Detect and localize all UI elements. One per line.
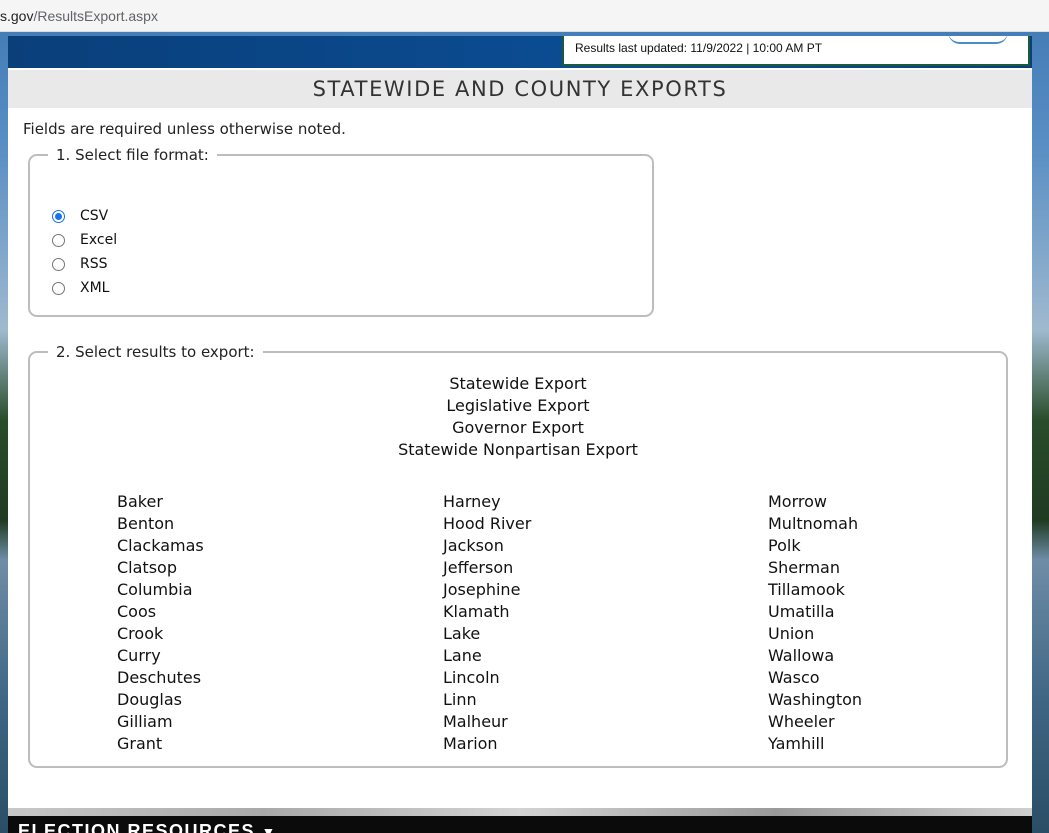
chevron-down-icon: ▼ (261, 824, 277, 833)
format-label-rss: RSS (80, 256, 108, 272)
county-link-hood-river[interactable]: Hood River (443, 513, 531, 535)
state-seal-icon (948, 32, 1008, 44)
format-label-excel: Excel (80, 232, 118, 248)
radio-rss[interactable] (52, 257, 65, 271)
statewide-nonpartisan-export-link[interactable]: Statewide Nonpartisan Export (30, 439, 1006, 461)
county-link-klamath[interactable]: Klamath (443, 601, 531, 623)
county-link-polk[interactable]: Polk (768, 535, 862, 557)
file-format-fieldset: 1. Select file format: CSV Excel RSS XML (28, 146, 654, 317)
format-label-csv: CSV (80, 208, 109, 224)
county-link-washington[interactable]: Washington (768, 689, 862, 711)
county-link-benton[interactable]: Benton (117, 513, 204, 535)
last-updated-text: Results last updated: 11/9/2022 | 10:00 … (575, 41, 823, 55)
url-host: s.gov (0, 8, 34, 24)
county-link-marion[interactable]: Marion (443, 733, 531, 755)
county-link-malheur[interactable]: Malheur (443, 711, 531, 733)
election-resources-menu[interactable]: ELECTION RESOURCES ▼ (18, 822, 277, 833)
county-link-crook[interactable]: Crook (117, 623, 204, 645)
county-link-josephine[interactable]: Josephine (443, 579, 531, 601)
format-option-rss[interactable]: RSS (52, 252, 117, 276)
county-link-umatilla[interactable]: Umatilla (768, 601, 862, 623)
radio-excel[interactable] (52, 233, 65, 247)
results-export-legend: 2. Select results to export: (56, 343, 255, 361)
county-link-yamhill[interactable]: Yamhill (768, 733, 862, 755)
address-bar[interactable]: s.gov/ResultsExport.aspx (0, 0, 1049, 32)
url-path: /ResultsExport.aspx (33, 8, 158, 24)
statewide-exports-list: Statewide Export Legislative Export Gove… (30, 373, 1006, 461)
election-resources-label: ELECTION RESOURCES (18, 821, 256, 833)
county-link-curry[interactable]: Curry (117, 645, 204, 667)
county-column-3: Morrow Multnomah Polk Sherman Tillamook Umati… (768, 491, 862, 755)
county-link-columbia[interactable]: Columbia (117, 579, 204, 601)
county-link-jefferson[interactable]: Jefferson (443, 557, 531, 579)
format-label-xml: XML (80, 280, 110, 296)
county-link-coos[interactable]: Coos (117, 601, 204, 623)
county-link-tillamook[interactable]: Tillamook (768, 579, 862, 601)
county-column-1: Baker Benton Clackamas Clatsop Columbia Coos C… (117, 491, 204, 755)
county-link-lake[interactable]: Lake (443, 623, 531, 645)
county-link-union[interactable]: Union (768, 623, 862, 645)
format-option-csv[interactable]: CSV (52, 204, 117, 228)
county-link-jackson[interactable]: Jackson (443, 535, 531, 557)
radio-xml[interactable] (52, 281, 65, 295)
format-option-excel[interactable]: Excel (52, 228, 117, 252)
county-link-lincoln[interactable]: Lincoln (443, 667, 531, 689)
county-link-wallowa[interactable]: Wallowa (768, 645, 862, 667)
county-link-clatsop[interactable]: Clatsop (117, 557, 204, 579)
county-link-lane[interactable]: Lane (443, 645, 531, 667)
county-link-clackamas[interactable]: Clackamas (117, 535, 204, 557)
file-format-legend: 1. Select file format: (56, 146, 209, 164)
page-title: STATEWIDE AND COUNTY EXPORTS (8, 70, 1032, 108)
county-link-grant[interactable]: Grant (117, 733, 204, 755)
governor-export-link[interactable]: Governor Export (30, 417, 1006, 439)
required-note: Fields are required unless otherwise not… (23, 120, 346, 138)
county-link-wasco[interactable]: Wasco (768, 667, 862, 689)
results-export-fieldset: 2. Select results to export: Statewide E… (28, 343, 1008, 768)
footer-bar: ELECTION RESOURCES ▼ (8, 816, 1032, 833)
county-link-baker[interactable]: Baker (117, 491, 204, 513)
county-link-deschutes[interactable]: Deschutes (117, 667, 204, 689)
file-format-options: CSV Excel RSS XML (52, 204, 117, 300)
radio-csv[interactable] (52, 209, 65, 223)
county-link-douglas[interactable]: Douglas (117, 689, 204, 711)
county-link-morrow[interactable]: Morrow (768, 491, 862, 513)
county-link-linn[interactable]: Linn (443, 689, 531, 711)
county-link-sherman[interactable]: Sherman (768, 557, 862, 579)
county-column-2: Harney Hood River Jackson Jefferson Josephin… (443, 491, 531, 755)
legislative-export-link[interactable]: Legislative Export (30, 395, 1006, 417)
county-link-multnomah[interactable]: Multnomah (768, 513, 862, 535)
last-updated-box: Results last updated: 11/9/2022 | 10:00 … (562, 36, 1030, 66)
county-link-wheeler[interactable]: Wheeler (768, 711, 862, 733)
county-link-harney[interactable]: Harney (443, 491, 531, 513)
scenery-strip (8, 808, 1032, 816)
county-link-gilliam[interactable]: Gilliam (117, 711, 204, 733)
main-page: Results last updated: 11/9/2022 | 10:00 … (8, 36, 1032, 808)
format-option-xml[interactable]: XML (52, 276, 117, 300)
statewide-export-link[interactable]: Statewide Export (30, 373, 1006, 395)
